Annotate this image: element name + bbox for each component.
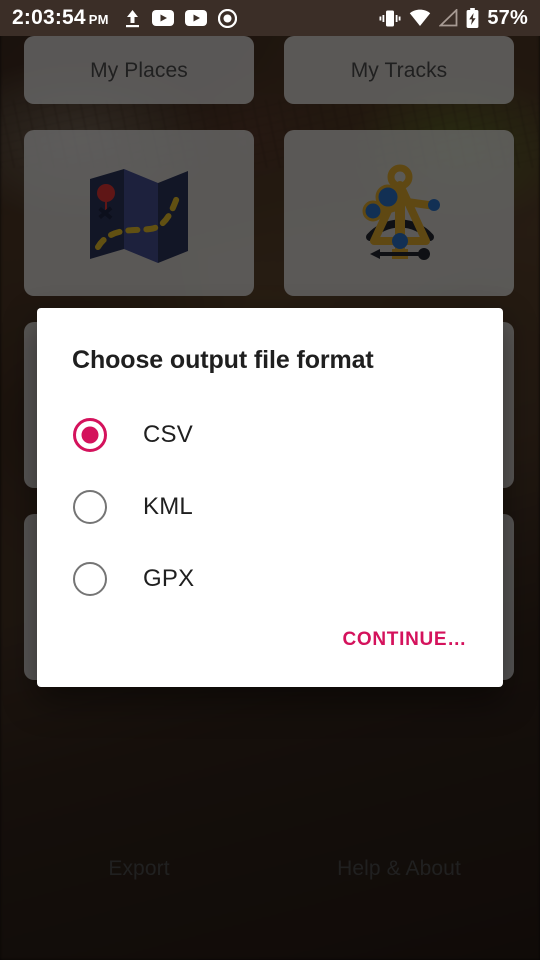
radio-label-csv: CSV <box>143 421 193 448</box>
record-dot-icon <box>217 8 237 28</box>
clock-ampm: PM <box>88 12 109 27</box>
signal-icon <box>439 9 458 27</box>
radio-option-csv[interactable]: CSV <box>37 399 503 471</box>
wifi-icon <box>410 9 431 26</box>
radio-unselected-icon[interactable] <box>73 562 107 596</box>
status-clock: 2:03:54 PM <box>12 6 109 30</box>
youtube-play-icon <box>184 10 207 26</box>
radio-selected-icon[interactable] <box>73 418 107 452</box>
radio-unselected-icon[interactable] <box>73 490 107 524</box>
battery-percentage: 57% <box>487 6 528 29</box>
output-format-radio-group[interactable]: CSV KML GPX <box>37 375 503 615</box>
battery-charging-icon <box>466 8 479 28</box>
radio-option-gpx[interactable]: GPX <box>37 543 503 615</box>
radio-label-gpx: GPX <box>143 565 195 592</box>
upload-icon <box>125 9 139 27</box>
app-root: My Places My Tracks <box>0 0 540 960</box>
output-format-dialog: Choose output file format CSV KML GPX CO… <box>37 308 503 687</box>
youtube-play-icon <box>151 10 174 26</box>
status-notification-icons <box>124 8 237 28</box>
radio-label-kml: KML <box>143 493 193 520</box>
continue-button[interactable]: CONTINUE… <box>338 623 471 657</box>
status-system-icons: 57% <box>379 7 528 30</box>
radio-option-kml[interactable]: KML <box>37 471 503 543</box>
status-bar: 2:03:54 PM 57% <box>0 0 540 36</box>
clock-time: 2:03:54 <box>12 6 86 29</box>
dialog-title: Choose output file format <box>72 346 374 374</box>
vibrate-icon <box>379 10 401 26</box>
dialog-action-bar: CONTINUE… <box>37 623 503 687</box>
